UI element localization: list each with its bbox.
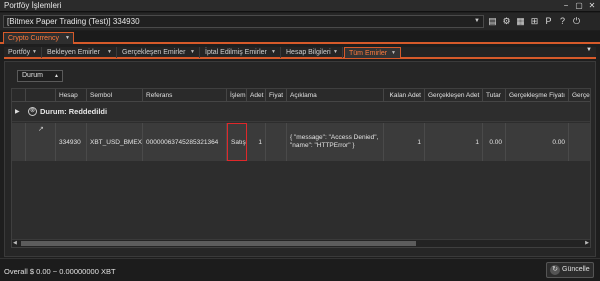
col-actions[interactable] [26, 89, 56, 102]
tab-bekleyen-emirler[interactable]: Bekleyen Emirler ▼ [43, 47, 117, 58]
layout-icon[interactable]: ▤ [487, 16, 498, 27]
cell-fiyat [266, 123, 287, 161]
toolbar: [Bitmex Paper Trading (Test)] 334930 ▼ ▤… [0, 13, 600, 30]
table-row[interactable]: ↗ 334930 XBT_USD_BMEX 000000637452853213… [12, 123, 590, 161]
col-referans[interactable]: Referans [143, 89, 227, 102]
cell-adet: 1 [247, 123, 266, 161]
col-kalan-adet[interactable]: Kalan Adet [384, 89, 425, 102]
col-adet[interactable]: Adet [247, 89, 266, 102]
cell-referans: 00000063745285321364 [143, 123, 227, 161]
refresh-button[interactable]: ↻ Güncelle [546, 262, 594, 278]
window-title: Portföy İşlemleri [4, 1, 62, 10]
overall-summary: Overall $ 0.00 ~ 0.00000000 XBT [4, 267, 116, 276]
chevron-down-icon[interactable]: ▼ [333, 47, 338, 58]
chevron-down-icon[interactable]: ▼ [107, 47, 112, 58]
orders-panel: Durum ▲ Hesap Sembol Referans İşlem Adet… [4, 61, 596, 257]
chevron-down-icon[interactable]: ▼ [190, 47, 195, 58]
tab-label: Hesap Bilgileri [286, 49, 331, 56]
group-by-label: Durum [22, 72, 44, 79]
edit-order-icon[interactable]: ↗ [38, 125, 47, 133]
group-label: Durum: Reddedildi [40, 107, 108, 116]
cell-kalan-adet: 1 [384, 123, 425, 161]
chevron-down-icon[interactable]: ▼ [65, 33, 70, 44]
power-icon[interactable]: ⏻ [571, 16, 582, 27]
scrollbar-thumb[interactable] [21, 241, 416, 246]
maximize-icon[interactable]: ▢ [573, 0, 585, 11]
refresh-icon: ↻ [550, 265, 560, 275]
scroll-right-icon[interactable]: ▶ [585, 240, 589, 246]
cell-gerceklesen-adet: 1 [425, 123, 483, 161]
tab-hesap-bilgileri[interactable]: Hesap Bilgileri ▼ [282, 47, 343, 58]
help-icon[interactable]: ? [557, 16, 568, 27]
category-tabbar: Crypto Currency ▼ [0, 31, 600, 44]
network-icon[interactable]: ⊞ [529, 16, 540, 27]
portfolio-icon[interactable]: P [543, 16, 554, 27]
tab-label: Portföy [8, 49, 31, 56]
tabs-menu-icon[interactable]: ▼ [586, 47, 592, 53]
cell-actions: ↗ [26, 123, 56, 161]
minimize-icon[interactable]: − [560, 0, 572, 11]
col-fiyat[interactable]: Fiyat [266, 89, 287, 102]
horizontal-scrollbar[interactable]: ◀ ▶ [12, 239, 590, 247]
col-islem[interactable]: İşlem [227, 89, 247, 102]
sort-up-icon: ▲ [54, 73, 59, 79]
chevron-down-icon[interactable]: ▼ [391, 48, 396, 59]
refresh-label: Güncelle [562, 266, 590, 273]
scroll-left-icon[interactable]: ◀ [13, 240, 17, 246]
tab-gerceklesen-emirler[interactable]: Gerçekleşen Emirler ▼ [118, 47, 200, 58]
cell-gerce [569, 123, 590, 161]
cell-tutar: 0.00 [483, 123, 506, 161]
cell-aciklama: { "message": "Access Denied", "name": "H… [287, 123, 384, 161]
status-bar: Overall $ 0.00 ~ 0.00000000 XBT ↻ Güncel… [0, 258, 600, 281]
orders-grid: Hesap Sembol Referans İşlem Adet Fiyat A… [11, 88, 591, 248]
chevron-down-icon[interactable]: ▼ [32, 47, 37, 58]
settings-icon[interactable]: ⚙ [501, 16, 512, 27]
tab-label: Tüm Emirler [349, 50, 388, 57]
cell-islem[interactable]: Satış [227, 123, 247, 161]
tab-label: Bekleyen Emirler [47, 49, 100, 56]
cell-gerceklesme-fiyati: 0.00 [506, 123, 569, 161]
account-select-value: [Bitmex Paper Trading (Test)] 334930 [7, 17, 140, 26]
tab-label: Crypto Currency [8, 35, 59, 42]
tab-tum-emirler[interactable]: Tüm Emirler ▼ [344, 47, 401, 58]
close-icon[interactable]: ✕ [586, 0, 598, 11]
col-expand[interactable] [12, 89, 26, 102]
col-aciklama[interactable]: Açıklama [287, 89, 384, 102]
chevron-down-icon: ▼ [474, 18, 480, 24]
col-tutar[interactable]: Tutar [483, 89, 506, 102]
subtab-bar: Portföy ▼ Bekleyen Emirler ▼ Gerçekleşen E… [4, 47, 596, 59]
group-row[interactable]: ▶ ⊗ Durum: Reddedildi [12, 103, 590, 122]
tab-crypto-currency[interactable]: Crypto Currency ▼ [3, 32, 74, 44]
window-titlebar: Portföy İşlemleri − ▢ ✕ [0, 0, 600, 12]
col-gerceklesme-fiyati[interactable]: Gerçekleşme Fiyatı [506, 89, 569, 102]
col-hesap[interactable]: Hesap [56, 89, 87, 102]
expand-arrow-icon[interactable]: ▶ [15, 108, 20, 115]
chevron-down-icon[interactable]: ▼ [271, 47, 276, 58]
tab-iptal-edilmis-emirler[interactable]: İptal Edilmiş Emirler ▼ [201, 47, 281, 58]
rejected-icon: ⊗ [28, 107, 37, 116]
group-by-button[interactable]: Durum ▲ [17, 70, 63, 82]
tab-portfoy[interactable]: Portföy ▼ [4, 47, 42, 58]
tab-label: Gerçekleşen Emirler [122, 49, 186, 56]
account-select[interactable]: [Bitmex Paper Trading (Test)] 334930 ▼ [3, 15, 484, 28]
cell-expand [12, 123, 26, 161]
col-gerce[interactable]: Gerçe [569, 89, 590, 102]
grid-icon[interactable]: ▦ [515, 16, 526, 27]
cell-hesap: 334930 [56, 123, 87, 161]
cell-sembol: XBT_USD_BMEX [87, 123, 143, 161]
grid-header: Hesap Sembol Referans İşlem Adet Fiyat A… [12, 89, 590, 102]
col-sembol[interactable]: Sembol [87, 89, 143, 102]
col-gerceklesen-adet[interactable]: Gerçekleşen Adet [425, 89, 483, 102]
tab-label: İptal Edilmiş Emirler [205, 49, 267, 56]
